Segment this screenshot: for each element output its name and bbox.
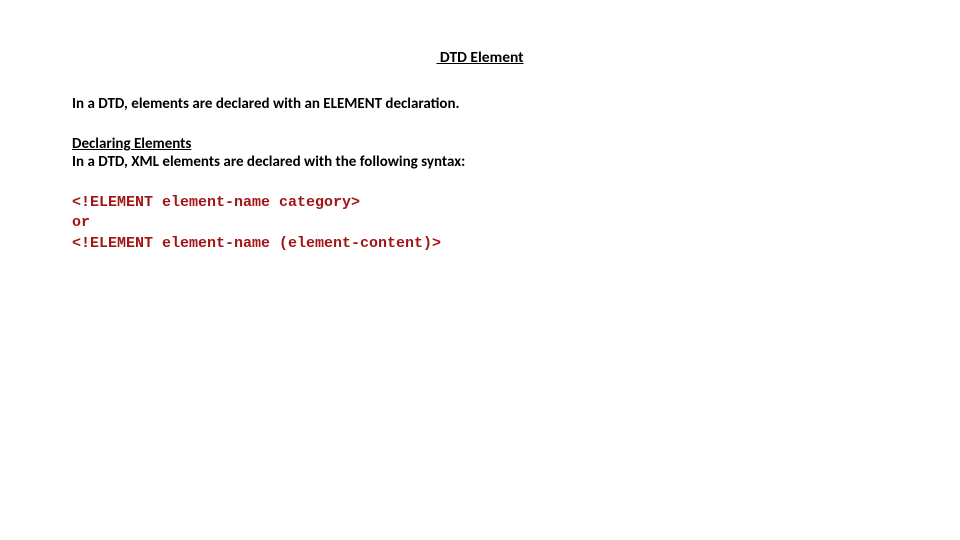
page-title: DTD Element	[72, 48, 888, 67]
section-heading: Declaring Elements	[72, 135, 888, 153]
intro-paragraph: In a DTD, elements are declared with an …	[72, 95, 888, 113]
code-block: <!ELEMENT element-name category> or <!EL…	[72, 193, 888, 254]
section-description: In a DTD, XML elements are declared with…	[72, 153, 888, 171]
